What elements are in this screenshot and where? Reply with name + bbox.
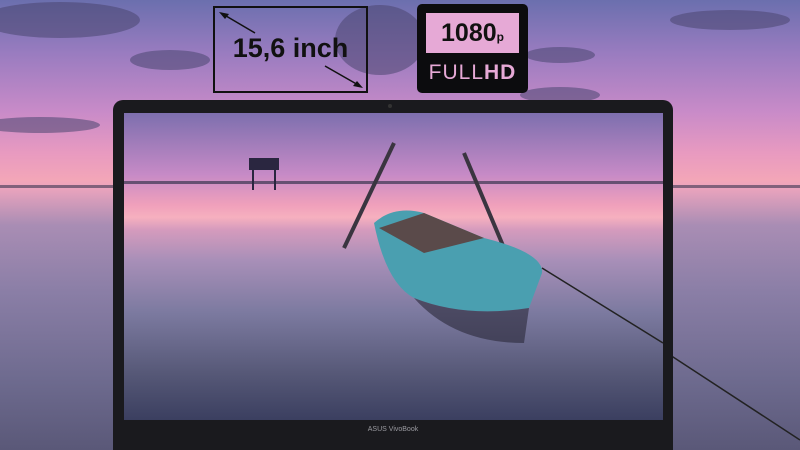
webcam-icon (388, 104, 392, 108)
screen-size-label: 15,6 inch (232, 33, 349, 63)
full-hd-badge: 1080p FULLHD (417, 4, 528, 93)
screen-size-badge: 15,6 inch (213, 6, 368, 93)
full-label: FULL (428, 61, 484, 84)
boat-scene (124, 142, 663, 344)
laptop-frame: ASUS VivoBook (113, 100, 673, 450)
hd-label: HD (484, 61, 517, 84)
resolution-suffix: p (496, 30, 504, 44)
brand-label: ASUS VivoBook (367, 426, 419, 433)
resolution-label: 1080 (441, 19, 497, 47)
laptop-screen (124, 113, 663, 420)
